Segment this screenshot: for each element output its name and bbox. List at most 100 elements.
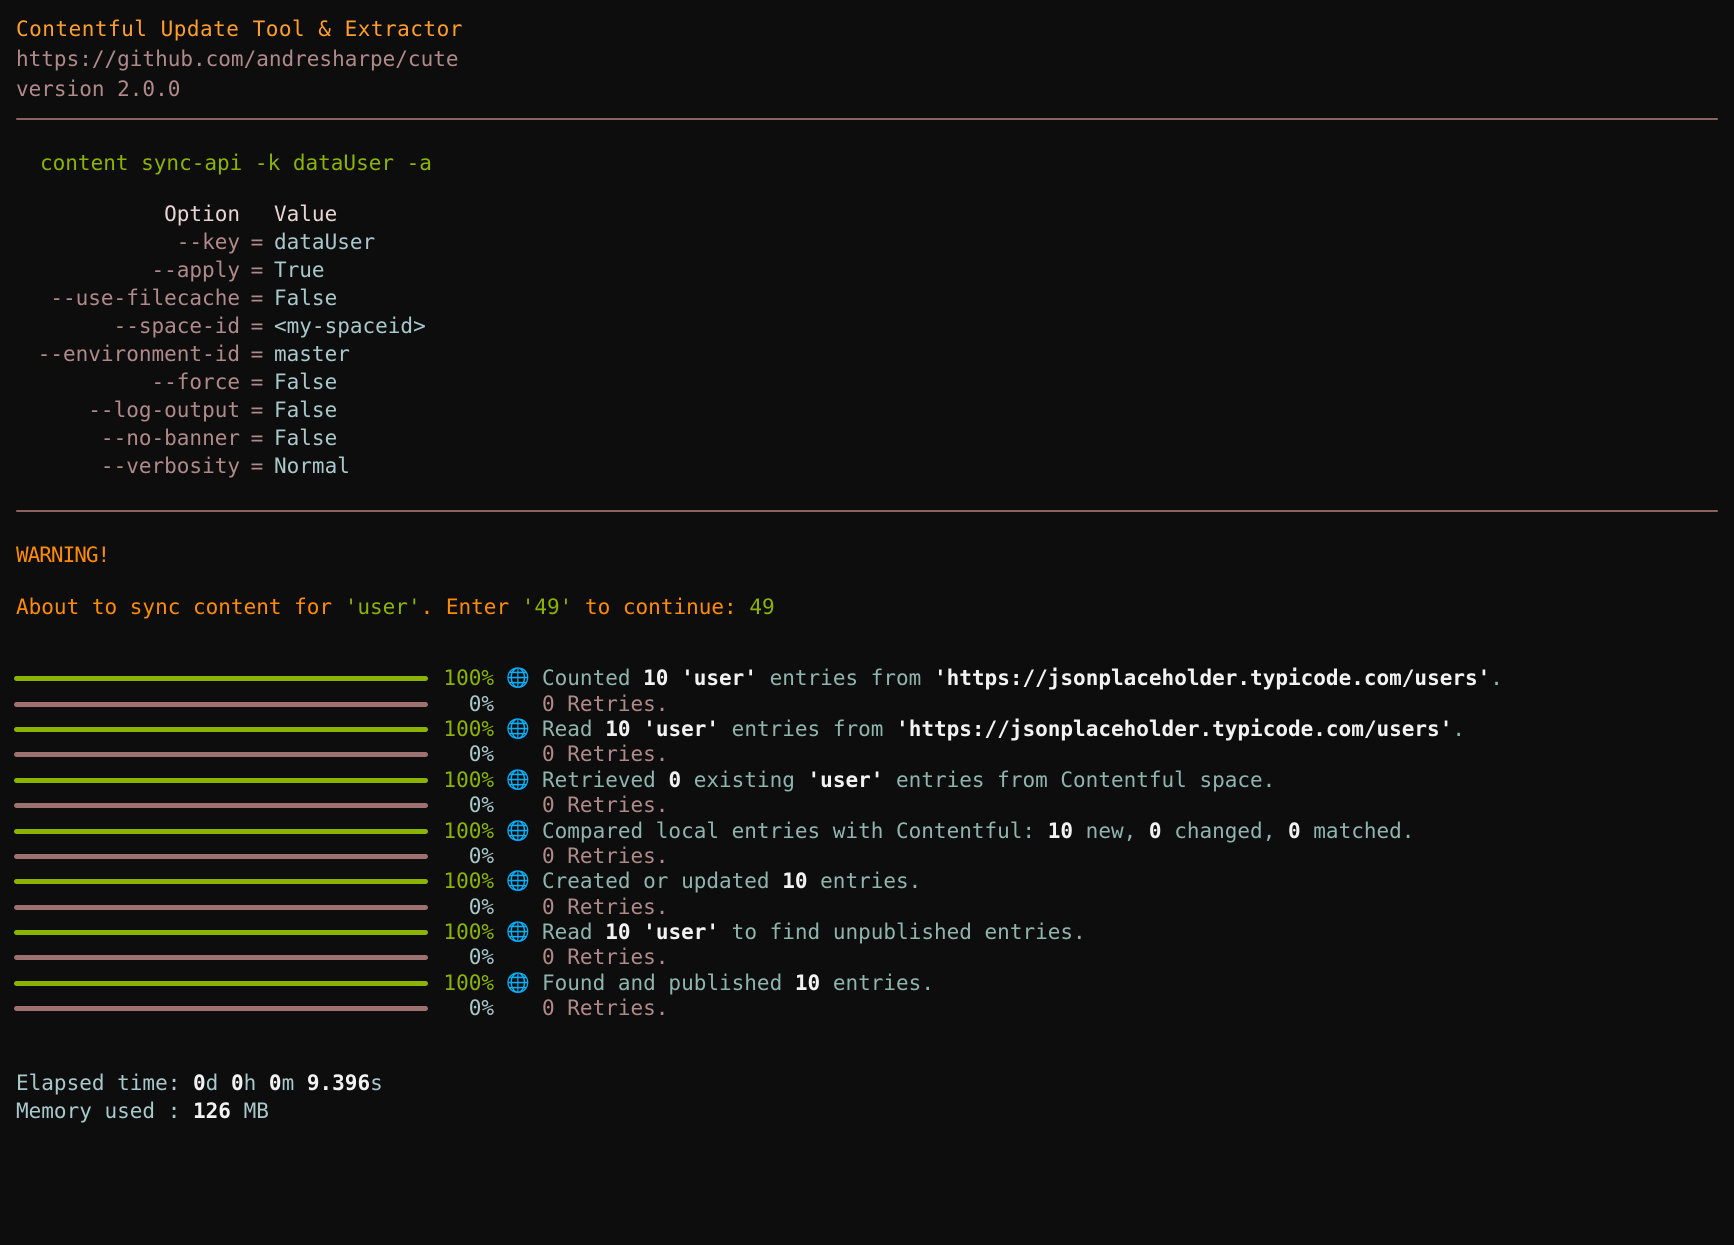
option-name: --force bbox=[151, 370, 240, 394]
progress-bar-fill bbox=[14, 879, 428, 885]
progress-bar-fill bbox=[14, 930, 428, 936]
progress-message: Created or updated 10 entries. bbox=[542, 869, 921, 894]
app-banner: Contentful Update Tool & Extractor https… bbox=[0, 0, 1734, 104]
progress-message: Found and published 10 entries. bbox=[542, 971, 934, 996]
confirm-prompt[interactable]: About to sync content for 'user'. Enter … bbox=[0, 570, 1734, 622]
message-highlight: 0 bbox=[1148, 818, 1162, 843]
option-row: --apply = True bbox=[0, 256, 1734, 284]
progress-bar-fill bbox=[14, 1006, 428, 1012]
progress-message: Counted 10 'user' entries from 'https://… bbox=[542, 666, 1503, 691]
option-name: --no-banner bbox=[100, 426, 240, 450]
message-text: Counted bbox=[542, 666, 644, 691]
progress-row: 100% 🌐 Counted 10 'user' entries from 'htt… bbox=[0, 666, 1734, 691]
footer-value: 0 bbox=[193, 1071, 206, 1096]
message-highlight: 10 bbox=[605, 920, 631, 945]
option-row: --log-output = False bbox=[0, 396, 1734, 424]
option-name: --space-id bbox=[113, 314, 240, 338]
option-row: --no-banner = False bbox=[0, 424, 1734, 452]
option-value: False bbox=[274, 286, 338, 310]
message-text: new, bbox=[1073, 818, 1149, 843]
progress-bar-fill bbox=[14, 777, 428, 783]
message-highlight: 10 bbox=[794, 970, 821, 995]
progress-bar-fill bbox=[14, 676, 428, 682]
message-text: Created or updated bbox=[542, 869, 783, 894]
prompt-middle: . Enter bbox=[420, 595, 522, 619]
progress-row: 0% 0 Retries. bbox=[0, 742, 1734, 767]
progress-bar-fill bbox=[14, 803, 428, 809]
message-text: . bbox=[1490, 666, 1503, 691]
option-equals: = bbox=[250, 454, 264, 478]
progress-message: Compared local entries with Contentful: … bbox=[542, 819, 1414, 844]
globe-icon bbox=[494, 945, 542, 970]
progress-row: 0% 0 Retries. bbox=[0, 996, 1734, 1021]
progress-message: 0 Retries. bbox=[542, 742, 668, 767]
option-name: --log-output bbox=[88, 398, 240, 422]
message-highlight: 0 bbox=[668, 767, 682, 792]
footer-value: 126 bbox=[193, 1099, 231, 1124]
repository-url: https://github.com/andresharpe/cute bbox=[16, 47, 459, 71]
footer-label: Memory used : bbox=[16, 1099, 194, 1124]
message-text: changed, bbox=[1161, 818, 1288, 843]
progress-bar-track bbox=[0, 1006, 428, 1012]
app-title: Contentful Update Tool & Extractor bbox=[16, 17, 463, 41]
progress-percent: 100% bbox=[443, 767, 494, 792]
footer-value: 0 bbox=[230, 1071, 244, 1096]
footer-value: 0 bbox=[268, 1071, 282, 1096]
globe-icon: 🌐 bbox=[506, 921, 530, 944]
progress-percent: 100% bbox=[443, 869, 494, 894]
globe-icon bbox=[494, 793, 542, 818]
option-value: dataUser bbox=[274, 230, 376, 254]
progress-message: 0 Retries. bbox=[542, 793, 668, 818]
progress-percent: 0% bbox=[468, 691, 494, 716]
progress-bar-fill bbox=[14, 955, 428, 961]
message-highlight: 'user' bbox=[807, 767, 884, 792]
prompt-answer-input[interactable]: 49 bbox=[749, 595, 774, 619]
terminal-screen: Contentful Update Tool & Extractor https… bbox=[0, 0, 1734, 1245]
message-text: 0 Retries. bbox=[542, 742, 669, 767]
message-text bbox=[668, 666, 681, 690]
option-name: --key bbox=[176, 230, 240, 254]
prompt-suffix: to continue: bbox=[572, 595, 750, 619]
command-line: content sync-api -k dataUser -a bbox=[40, 151, 432, 175]
globe-icon: 🌐 bbox=[506, 768, 530, 791]
option-value: <my-spaceid> bbox=[274, 314, 426, 338]
message-highlight: 10 bbox=[782, 869, 808, 894]
progress-row: 100% 🌐 Read 10 'user' entries from 'https:… bbox=[0, 717, 1734, 742]
message-text: entries. bbox=[820, 970, 934, 995]
progress-message: Read 10 'user' entries from 'https://jso… bbox=[542, 717, 1465, 742]
progress-row: 0% 0 Retries. bbox=[0, 844, 1734, 869]
footer-value: 9.396 bbox=[306, 1071, 371, 1096]
options-header-row: Option Value bbox=[0, 200, 1734, 228]
progress-bar-fill bbox=[14, 726, 428, 732]
option-equals: = bbox=[250, 426, 264, 450]
message-text: Retrieved bbox=[542, 767, 669, 792]
message-highlight: 0 bbox=[1287, 818, 1301, 843]
warning-label: WARNING! bbox=[16, 543, 110, 567]
option-equals: = bbox=[250, 286, 264, 310]
progress-bar-track bbox=[0, 726, 428, 732]
progress-bar-fill bbox=[14, 853, 428, 859]
message-highlight: 10 bbox=[1047, 818, 1074, 843]
progress-row: 0% 0 Retries. bbox=[0, 691, 1734, 716]
footer-label: s bbox=[370, 1071, 383, 1096]
progress-list: 100% 🌐 Counted 10 'user' entries from 'htt… bbox=[0, 666, 1734, 1021]
message-text: entries. bbox=[807, 869, 922, 894]
progress-message: Retrieved 0 existing 'user' entries from… bbox=[542, 768, 1275, 793]
option-equals: = bbox=[250, 342, 264, 366]
message-highlight: 'user' bbox=[681, 666, 757, 691]
globe-icon: 🌐 bbox=[506, 717, 530, 740]
option-name: --verbosity bbox=[100, 454, 240, 478]
progress-bar-track bbox=[0, 879, 428, 885]
message-text: to find unpublished entries. bbox=[719, 920, 1086, 945]
message-text: 0 Retries. bbox=[542, 843, 669, 868]
option-row: --use-filecache = False bbox=[0, 284, 1734, 312]
progress-row: 0% 0 Retries. bbox=[0, 793, 1734, 818]
globe-icon: 🌐 bbox=[506, 819, 530, 842]
globe-icon bbox=[494, 742, 542, 767]
elapsed-time-line: Elapsed time: 0d 0h 0m 9.396s bbox=[16, 1069, 1734, 1097]
globe-icon bbox=[494, 844, 542, 869]
progress-percent: 0% bbox=[468, 793, 494, 818]
option-equals: = bbox=[250, 398, 264, 422]
progress-row: 0% 0 Retries. bbox=[0, 895, 1734, 920]
message-text bbox=[631, 717, 644, 741]
